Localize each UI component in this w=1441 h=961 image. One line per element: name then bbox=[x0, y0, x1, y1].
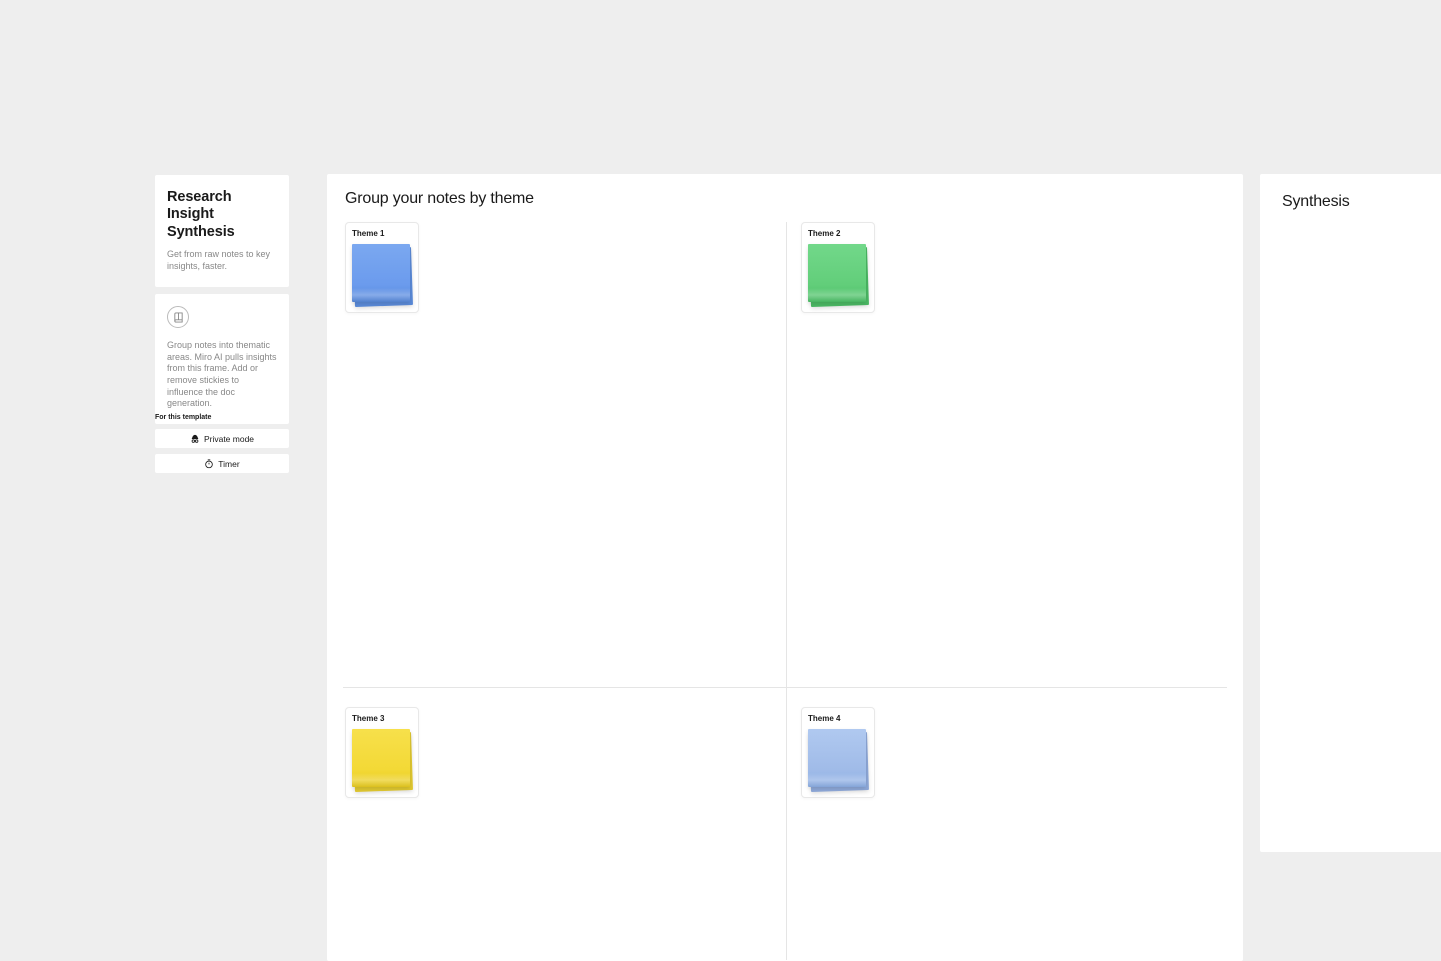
theme-label: Theme 2 bbox=[808, 229, 868, 238]
synthesis-frame-title: Synthesis bbox=[1282, 193, 1350, 211]
timer-button[interactable]: Timer bbox=[155, 454, 289, 473]
synthesis-frame[interactable]: Synthesis bbox=[1260, 174, 1441, 852]
template-title-card: Research Insight Synthesis Get from raw … bbox=[155, 175, 289, 287]
sticky-note[interactable] bbox=[808, 244, 866, 302]
sticky-stack[interactable] bbox=[808, 244, 868, 306]
sticky-stack[interactable] bbox=[808, 729, 868, 791]
frame-title: Group your notes by theme bbox=[345, 190, 534, 208]
sticky-note[interactable] bbox=[352, 729, 410, 787]
theme-label: Theme 1 bbox=[352, 229, 412, 238]
canvas[interactable]: Research Insight Synthesis Get from raw … bbox=[0, 0, 1441, 961]
theme-label: Theme 4 bbox=[808, 714, 868, 723]
book-icon bbox=[167, 306, 189, 328]
vertical-divider bbox=[786, 222, 787, 960]
theme-label: Theme 3 bbox=[352, 714, 412, 723]
timer-icon bbox=[204, 459, 214, 469]
template-subtitle: Get from raw notes to key insights, fast… bbox=[167, 249, 277, 272]
section-label: For this template bbox=[155, 414, 211, 421]
incognito-icon bbox=[190, 434, 200, 444]
group-notes-frame[interactable]: Group your notes by theme Theme 1 Theme … bbox=[327, 174, 1243, 961]
template-title: Research Insight Synthesis bbox=[167, 189, 277, 241]
instruction-text: Group notes into thematic areas. Miro AI… bbox=[167, 340, 277, 410]
instruction-card: Group notes into thematic areas. Miro AI… bbox=[155, 294, 289, 424]
theme-box-3[interactable]: Theme 3 bbox=[345, 707, 419, 798]
sticky-stack[interactable] bbox=[352, 244, 412, 306]
timer-label: Timer bbox=[218, 459, 239, 469]
sticky-note[interactable] bbox=[352, 244, 410, 302]
sticky-note[interactable] bbox=[808, 729, 866, 787]
horizontal-divider bbox=[343, 687, 1227, 688]
theme-box-2[interactable]: Theme 2 bbox=[801, 222, 875, 313]
sticky-stack[interactable] bbox=[352, 729, 412, 791]
theme-box-4[interactable]: Theme 4 bbox=[801, 707, 875, 798]
private-mode-label: Private mode bbox=[204, 434, 254, 444]
theme-box-1[interactable]: Theme 1 bbox=[345, 222, 419, 313]
private-mode-button[interactable]: Private mode bbox=[155, 429, 289, 448]
